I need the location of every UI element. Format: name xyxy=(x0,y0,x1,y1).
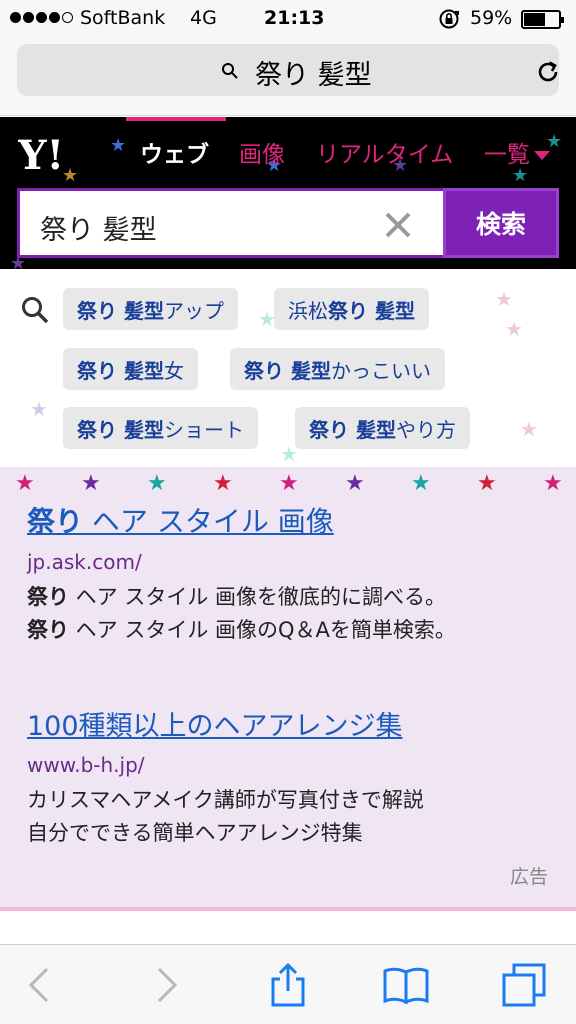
clear-icon[interactable] xyxy=(384,211,412,239)
decor-star-icon: ★ xyxy=(520,417,538,441)
reload-icon[interactable] xyxy=(535,59,561,85)
decor-star-icon: ★ xyxy=(147,471,167,496)
ad-url: www.b-h.jp/ xyxy=(27,753,145,777)
ad-description: カリスマヘアメイク講師が写真付きで解説 xyxy=(27,788,424,812)
share-icon[interactable] xyxy=(264,961,312,1009)
tabs-icon[interactable] xyxy=(500,961,548,1009)
decor-star-icon: ★ xyxy=(411,471,431,496)
tab-list[interactable]: 一覧 xyxy=(484,135,550,169)
yahoo-logo[interactable]: Y! xyxy=(18,133,90,173)
battery-percentage: 59% xyxy=(470,7,513,29)
decor-star-icon: ★ xyxy=(15,471,35,496)
bookmarks-icon[interactable] xyxy=(382,961,430,1009)
related-searches: ★ ★ ★ ★ ★ ★ 祭り 髪型 アップ 浜松 祭り 髪型 祭り 髪型 女 祭… xyxy=(0,269,576,467)
suggestion-chip[interactable]: 祭り 髪型 かっこいい xyxy=(230,348,445,390)
decor-star-icon: ★ xyxy=(30,397,48,421)
yahoo-header: ★ ★ ★ ★ ★ ★ ★ Y! ウェブ 画像 リアルタイム 一覧 祭り 髪型 … xyxy=(0,117,576,269)
clock: 21:13 xyxy=(264,7,325,29)
ad-description: 自分でできる簡単ヘアアレンジ特集 xyxy=(27,821,363,845)
tab-images[interactable]: 画像 xyxy=(239,135,285,169)
signal-strength-icon xyxy=(10,12,73,23)
ad-section: ★ ★ ★ ★ ★ ★ ★ ★ ★ 祭り ヘア スタイル 画像 jp.ask.c… xyxy=(0,467,576,907)
ad-title-link[interactable]: 祭り ヘア スタイル 画像 xyxy=(27,500,334,540)
next-result-cutoff xyxy=(0,911,576,945)
carrier-name: SoftBank xyxy=(80,7,166,29)
ad-description: 祭り ヘア スタイル 画像を徹底的に調べる。 xyxy=(27,585,447,609)
decor-star-icon: ★ xyxy=(512,165,529,186)
status-bar: SoftBank 4G 21:13 59% xyxy=(0,0,576,40)
decor-star-icon: ★ xyxy=(345,471,365,496)
address-query: 祭り 髪型 xyxy=(255,60,372,91)
back-icon[interactable] xyxy=(16,961,64,1009)
decor-star-icon: ★ xyxy=(279,471,299,496)
address-bar[interactable]: 祭り 髪型 xyxy=(17,44,559,96)
decor-star-icon: ★ xyxy=(477,471,497,496)
suggestion-chip[interactable]: 祭り 髪型 アップ xyxy=(63,288,238,330)
ad-title-link[interactable]: 100種類以上のヘアアレンジ集 xyxy=(27,704,403,743)
browser-toolbar xyxy=(0,944,576,1024)
suggestion-chip[interactable]: 祭り 髪型 やり方 xyxy=(295,407,470,449)
decor-star-icon: ★ xyxy=(495,287,513,311)
forward-icon[interactable] xyxy=(142,961,190,1009)
ad-label: 広告 xyxy=(509,866,548,888)
decor-star-icon: ★ xyxy=(81,471,101,496)
decor-star-icon: ★ xyxy=(280,442,298,466)
browser-address-area: 祭り 髪型 xyxy=(0,40,576,116)
battery-icon xyxy=(521,10,564,29)
tab-list-label: 一覧 xyxy=(484,142,530,168)
caret-down-icon xyxy=(534,151,550,160)
search-input[interactable]: 祭り 髪型 xyxy=(17,188,443,258)
tab-realtime[interactable]: リアルタイム xyxy=(316,135,453,169)
decor-star-icon: ★ xyxy=(213,471,233,496)
search-icon xyxy=(222,63,238,79)
ad-description: 祭り ヘア スタイル 画像のQ＆Aを簡単検索。 xyxy=(27,618,456,642)
suggestion-chip[interactable]: 祭り 髪型 女 xyxy=(63,348,198,390)
search-button[interactable]: 検索 xyxy=(443,188,559,258)
network-type: 4G xyxy=(190,7,217,29)
suggestion-chip[interactable]: 浜松 祭り 髪型 xyxy=(274,288,429,330)
active-tab-indicator xyxy=(126,117,226,121)
safari-page: SoftBank 4G 21:13 59% 祭り 髪型 ★ ★ ★ ★ ★ ★ … xyxy=(0,0,576,1024)
star-divider: ★ ★ ★ ★ ★ ★ ★ ★ ★ xyxy=(0,473,576,497)
svg-text:Y!: Y! xyxy=(18,133,64,173)
ad-url: jp.ask.com/ xyxy=(27,550,142,574)
decor-star-icon: ★ xyxy=(110,135,127,156)
decor-star-icon: ★ xyxy=(543,471,563,496)
decor-star-icon: ★ xyxy=(505,317,523,341)
rotation-lock-icon xyxy=(439,9,459,29)
search-input-value: 祭り 髪型 xyxy=(40,215,157,246)
search-icon xyxy=(22,297,49,324)
suggestion-chip[interactable]: 祭り 髪型 ショート xyxy=(63,407,258,449)
tab-web[interactable]: ウェブ xyxy=(140,135,209,169)
